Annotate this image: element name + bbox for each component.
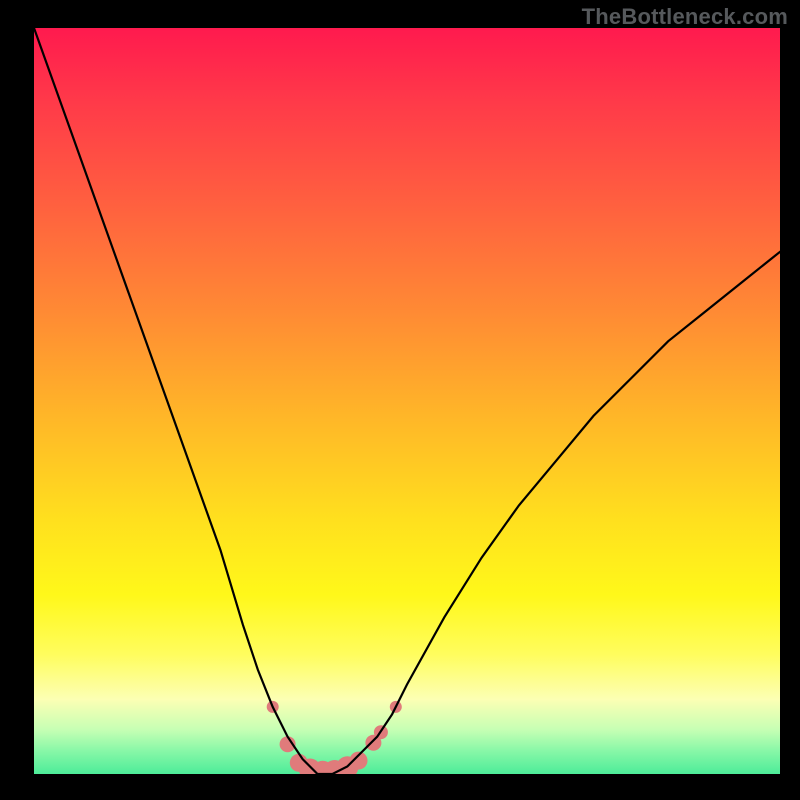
chart-svg (34, 28, 780, 774)
watermark-label: TheBottleneck.com (582, 4, 788, 30)
plot-area (34, 28, 780, 774)
chart-frame: TheBottleneck.com (0, 0, 800, 800)
bottleneck-curve (34, 28, 780, 774)
